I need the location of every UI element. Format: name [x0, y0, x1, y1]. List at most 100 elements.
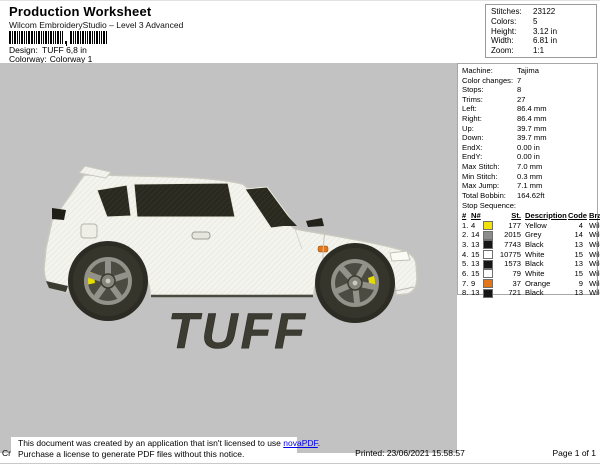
- stop-row-6: 6. 15 79 White 15 Wilcom: [462, 269, 597, 279]
- door-window: [134, 183, 235, 217]
- width-label: Width:: [491, 36, 533, 46]
- stop-row-4: 4. 15 10775 White 15 Wilcom: [462, 250, 597, 260]
- endx-label: EndX:: [462, 143, 517, 153]
- color-changes-label: Color changes:: [462, 76, 517, 86]
- side-mirror: [306, 218, 324, 227]
- stop-num: 4.: [462, 250, 471, 260]
- trims-value: 27: [517, 95, 525, 105]
- max-stitch-label: Max Stitch:: [462, 162, 517, 172]
- stop-n: 13: [471, 259, 483, 269]
- fuel-cap: [81, 224, 97, 238]
- stop-code: 14: [568, 230, 583, 240]
- left-label: Left:: [462, 104, 517, 114]
- stop-st: 79: [494, 269, 521, 279]
- stop-code: 15: [568, 269, 583, 279]
- stop-row-7: 7. 9 37 Orange 9 Wilcom: [462, 279, 597, 289]
- stop-n: 14: [471, 230, 483, 240]
- stitches-label: Stitches:: [491, 7, 533, 17]
- stop-st: 2015: [494, 230, 521, 240]
- notice-text: This document was created by an applicat…: [18, 438, 283, 448]
- total-bobbin-value: 164.62ft: [517, 191, 544, 201]
- endx-value: 0.00 in: [517, 143, 540, 153]
- stop-code: 13: [568, 259, 583, 269]
- right-label: Right:: [462, 114, 517, 124]
- stop-row-5: 5. 13 1573 Black 13 Wilcom: [462, 259, 597, 269]
- stop-brand: Wilcom: [589, 288, 600, 298]
- stop-brand: Wilcom: [589, 250, 600, 260]
- min-stitch-value: 0.3 mm: [517, 172, 542, 182]
- stop-st: 10775: [494, 250, 521, 260]
- stop-brand: Wilcom: [589, 279, 600, 289]
- tail-lamp: [52, 208, 66, 220]
- stop-st: 177: [494, 221, 521, 231]
- thread-swatch: [483, 250, 493, 259]
- design-text: TUFF: [168, 303, 308, 359]
- thread-swatch: [483, 279, 493, 288]
- down-value: 39.7 mm: [517, 133, 547, 143]
- stop-description: Black: [525, 288, 568, 298]
- stop-st: 721: [494, 288, 521, 298]
- stop-n: 15: [471, 269, 483, 279]
- left-value: 86.4 mm: [517, 104, 547, 114]
- stop-n: 13: [471, 240, 483, 250]
- novapdf-link[interactable]: novaPDF: [283, 438, 318, 448]
- thread-swatch: [483, 289, 493, 298]
- stop-n: 9: [471, 279, 483, 289]
- stop-description: Black: [525, 240, 568, 250]
- machine-info-panel: Machine:Tajima Color changes:7 Stops:8 T…: [457, 63, 598, 295]
- stop-row-3: 3. 13 7743 Black 13 Wilcom: [462, 240, 597, 250]
- notice-line-2: Purchase a license to generate PDF files…: [18, 449, 297, 460]
- stop-num: 7.: [462, 279, 471, 289]
- printed-timestamp: Printed: 23/06/2021 15.58.57: [320, 448, 500, 458]
- embroidery-design-car: TUFF: [0, 63, 457, 453]
- up-label: Up:: [462, 124, 517, 134]
- stop-brand: Wilcom: [589, 269, 600, 279]
- stop-sequence-table: # N# St. Description Code Brand 1. 4 177…: [462, 211, 597, 298]
- max-stitch-value: 7.0 mm: [517, 162, 542, 172]
- novapdf-notice: This document was created by an applicat…: [11, 437, 297, 464]
- stop-num: 1.: [462, 221, 471, 231]
- colors-value: 5: [533, 17, 537, 27]
- machine-value: Tajima: [517, 66, 539, 76]
- col-code: Code: [568, 211, 583, 221]
- door-handle: [192, 232, 210, 239]
- design-summary-box: Stitches:23122 Colors:5 Height:3.12 in W…: [485, 4, 597, 58]
- stop-description: Yellow: [525, 221, 568, 231]
- endy-label: EndY:: [462, 152, 517, 162]
- stop-num: 8.: [462, 288, 471, 298]
- stop-num: 2.: [462, 230, 471, 240]
- col-num: #: [462, 211, 471, 221]
- stop-code: 9: [568, 279, 583, 289]
- min-stitch-label: Min Stitch:: [462, 172, 517, 182]
- height-value: 3.12 in: [533, 27, 557, 37]
- stitches-value: 23122: [533, 7, 555, 17]
- stop-row-2: 2. 14 2015 Grey 14 Wilcom: [462, 230, 597, 240]
- stop-n: 13: [471, 288, 483, 298]
- notice-period: .: [318, 438, 320, 448]
- down-label: Down:: [462, 133, 517, 143]
- stop-st: 7743: [494, 240, 521, 250]
- width-value: 6.81 in: [533, 36, 557, 46]
- clipped-created-text: Cr: [2, 448, 11, 458]
- stop-code: 15: [568, 250, 583, 260]
- stop-brand: Wilcom: [589, 240, 600, 250]
- stop-brand: Wilcom: [589, 259, 600, 269]
- max-jump-label: Max Jump:: [462, 181, 517, 191]
- color-changes-value: 7: [517, 76, 521, 86]
- col-description: Description: [525, 211, 568, 221]
- stop-sequence-header-row: # N# St. Description Code Brand: [462, 211, 597, 221]
- stop-code: 4: [568, 221, 583, 231]
- stop-code: 13: [568, 288, 583, 298]
- design-canvas: TUFF: [0, 63, 457, 453]
- stop-n: 15: [471, 250, 483, 260]
- front-wheel: [315, 243, 395, 323]
- rear-wheel: [68, 241, 148, 321]
- stop-description: Orange: [525, 279, 568, 289]
- headlight: [390, 251, 410, 261]
- endy-value: 0.00 in: [517, 152, 540, 162]
- page-title: Production Worksheet: [9, 4, 151, 19]
- zoom-value: 1:1: [533, 46, 544, 56]
- stop-description: White: [525, 250, 568, 260]
- thread-swatch: [483, 240, 493, 249]
- col-brand: Brand: [589, 211, 600, 221]
